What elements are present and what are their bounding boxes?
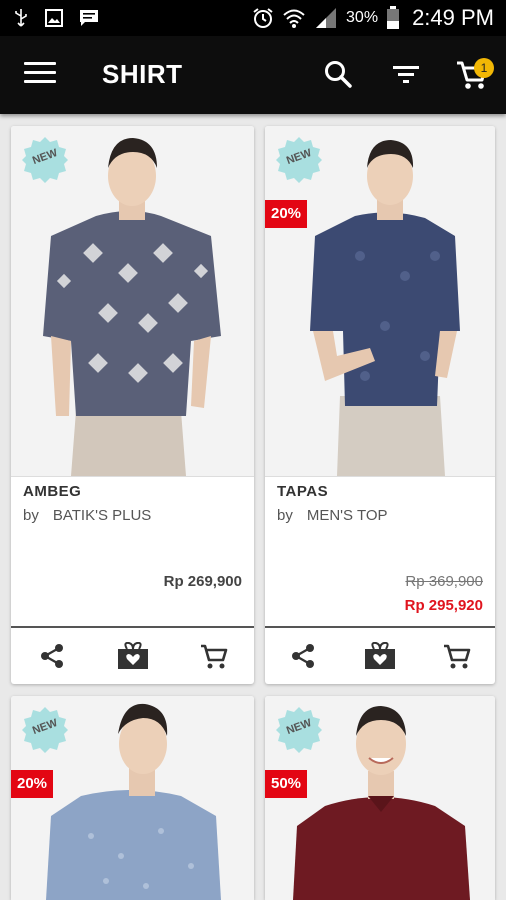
menu-icon-line (24, 71, 56, 74)
gift-heart-icon (365, 642, 395, 669)
sale-price: Rp 295,920 (404, 597, 483, 614)
product-info[interactable]: TAPAS by MEN'S TOP Rp 369,900 Rp 295,920 (265, 476, 495, 626)
menu-icon-line (24, 62, 56, 65)
product-info[interactable]: AMBEG by BATIK'S PLUS Rp 269,900 (11, 476, 254, 626)
discount-badge: 20% (11, 770, 53, 798)
card-actions (11, 626, 254, 684)
filter-button[interactable] (390, 60, 422, 90)
add-to-cart-button[interactable] (173, 628, 254, 684)
add-to-cart-button[interactable] (418, 628, 495, 684)
product-name: AMBEG (23, 483, 82, 500)
by-label: by (277, 507, 293, 524)
battery-percent: 30% (346, 9, 379, 26)
product-image[interactable]: NEW 50% (265, 696, 495, 900)
share-button[interactable] (265, 628, 342, 684)
search-icon (325, 61, 352, 88)
product-brand: by BATIK'S PLUS (23, 507, 151, 524)
menu-button[interactable] (24, 62, 56, 88)
clock: 2:49 PM (412, 5, 494, 30)
share-icon (40, 644, 63, 668)
new-badge: NEW (275, 706, 323, 754)
new-badge: NEW (21, 136, 69, 184)
cart-icon (200, 644, 227, 669)
wifi-icon (283, 9, 305, 28)
share-icon (292, 644, 315, 668)
signal-icon (316, 8, 337, 28)
product-card[interactable]: NEW 20% TAPAS by MEN'S TOP Rp 369,900 Rp … (265, 126, 495, 684)
product-card[interactable]: NEW 20% (11, 696, 254, 900)
new-badge: NEW (21, 706, 69, 754)
product-name: TAPAS (277, 483, 329, 500)
message-icon (80, 10, 98, 26)
cart-count-badge: 1 (474, 58, 494, 78)
status-bar: 30% 2:49 PM (0, 0, 506, 36)
product-card[interactable]: NEW AMBEG by BATIK'S PLUS Rp 269,900 (11, 126, 254, 684)
menu-icon-line (24, 80, 56, 83)
product-card[interactable]: NEW 50% (265, 696, 495, 900)
product-image[interactable]: NEW (11, 126, 254, 476)
wishlist-button[interactable] (342, 628, 419, 684)
alarm-icon (253, 8, 273, 28)
share-button[interactable] (11, 628, 92, 684)
usb-icon (15, 9, 27, 27)
by-label: by (23, 507, 39, 524)
new-badge: NEW (275, 136, 323, 184)
image-icon (45, 9, 63, 27)
discount-badge: 50% (265, 770, 307, 798)
battery-icon (387, 6, 400, 29)
wishlist-button[interactable] (92, 628, 173, 684)
search-button[interactable] (322, 58, 354, 90)
product-price: Rp 269,900 (163, 573, 242, 590)
discount-badge: 20% (265, 200, 307, 228)
app-bar: SHIRT 1 (0, 36, 506, 114)
filter-icon (393, 66, 419, 83)
product-image[interactable]: NEW 20% (11, 696, 254, 900)
page-title: SHIRT (102, 59, 183, 89)
product-image[interactable]: NEW 20% (265, 126, 495, 476)
product-brand: by MEN'S TOP (277, 507, 388, 524)
brand-name: MEN'S TOP (306, 507, 388, 524)
cart-button[interactable]: 1 (454, 56, 494, 92)
cart-icon (443, 644, 470, 669)
brand-name: BATIK'S PLUS (52, 507, 152, 524)
original-price: Rp 369,900 (405, 573, 483, 590)
card-actions (265, 626, 495, 684)
gift-heart-icon (117, 642, 148, 669)
